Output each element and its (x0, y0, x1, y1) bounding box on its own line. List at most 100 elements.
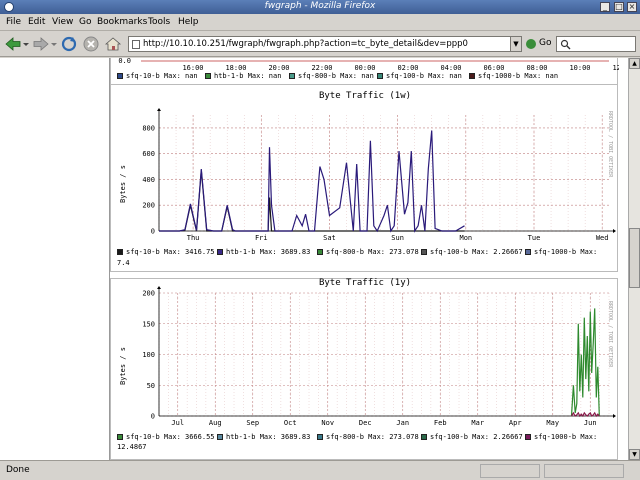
legend-label: sfq-800-b Max: 273.078 (326, 248, 419, 256)
legend-label: sfq-1000-b Max: (534, 433, 598, 441)
week-graph-legend-item: sfq-1000-b Max: (525, 248, 597, 256)
x-tick-label: Wed (596, 234, 609, 242)
forward-dropdown-icon[interactable] (50, 35, 58, 53)
year-graph-plot: 0 50 100 150 200 Jul Aug Sep Oct Nov Dec Jan Feb Mar A… (142, 286, 616, 427)
browser-window: fwgraph - Mozilla Firefox _ □ × File Edi… (0, 0, 640, 480)
day-graph-xtick: 22:00 (311, 64, 332, 72)
menu-help[interactable]: Help (178, 17, 199, 27)
legend-swatch (525, 249, 531, 255)
week-graph-legend-item: sfq-10-b Max: 3416.75 (117, 248, 215, 256)
legend-swatch (205, 73, 211, 79)
legend-label: sfq-800-b Max: nan (298, 72, 374, 80)
menu-tools[interactable]: Tools (148, 17, 170, 27)
legend-swatch (117, 249, 123, 255)
menu-bookmarks[interactable]: Bookmarks (97, 17, 147, 27)
year-graph-legend-item: htb-1-b Max: 3689.83 (217, 433, 310, 441)
reload-icon[interactable] (60, 35, 78, 53)
y-tick-label: 0 (151, 413, 155, 421)
day-graph-legend-item: sfq-1000-b Max: nan (469, 72, 558, 80)
day-graph-legend-item: sfq-10-b Max: nan (117, 72, 198, 80)
year-graph-legend-item: sfq-1000-b Max: (525, 433, 597, 441)
y-tick-label: 200 (142, 202, 155, 210)
day-graph-xtick: 16:00 (182, 64, 203, 72)
status-bar: Done (0, 460, 640, 480)
left-panel (0, 58, 110, 460)
legend-swatch (469, 73, 475, 79)
week-graph-legend-item: sfq-800-b Max: 273.078 (317, 248, 419, 256)
day-graph-xtick: 20:00 (268, 64, 289, 72)
legend-swatch (317, 249, 323, 255)
y-axis-arrow (157, 108, 161, 111)
x-tick-label: May (546, 419, 559, 427)
day-graph-legend-item: sfq-800-b Max: nan (289, 72, 374, 80)
close-icon[interactable]: × (627, 2, 637, 12)
home-icon[interactable] (104, 35, 122, 53)
address-dropdown-icon[interactable]: ▼ (510, 36, 522, 52)
legend-swatch (421, 434, 427, 440)
maximize-icon[interactable]: □ (614, 2, 624, 12)
legend-swatch (117, 434, 123, 440)
stop-icon[interactable] (82, 35, 100, 53)
legend-label: sfq-100-b Max: nan (386, 72, 462, 80)
go-icon (526, 39, 536, 49)
forward-arrow-icon[interactable] (32, 35, 50, 53)
legend-swatch (317, 434, 323, 440)
search-input[interactable] (556, 36, 636, 52)
x-tick-label: Sun (391, 234, 404, 242)
legend-label: sfq-1000-b Max: (534, 248, 598, 256)
legend-label: sfq-100-b Max: 2.26667 (430, 248, 523, 256)
day-graph-xtick: 12:00 (612, 64, 619, 72)
menu-bar: File Edit View Go Bookmarks Tools Help (0, 14, 640, 31)
year-graph-legend-item: sfq-100-b Max: 2.26667 (421, 433, 523, 441)
day-graph-partial: 0.0 16:00 18:00 20:00 22:00 00:00 02:00 04:00 06… (110, 58, 619, 86)
week-graph-plot: 0 200 400 600 800 Thu Fri Sat Sun Mon Tue Wed (142, 108, 616, 242)
scroll-up-icon[interactable]: ▲ (629, 58, 640, 69)
x-tick-label: Thu (187, 234, 200, 242)
menu-go[interactable]: Go (79, 17, 91, 27)
menu-view[interactable]: View (52, 17, 73, 27)
legend-label: htb-1-b Max: 3689.83 (226, 433, 311, 441)
y-tick-label: 100 (142, 351, 155, 359)
x-tick-label: Dec (359, 419, 372, 427)
y-tick-label: 600 (142, 150, 155, 158)
series-line-htb-1-b (570, 411, 600, 418)
legend-swatch (217, 249, 223, 255)
search-icon (560, 39, 571, 50)
x-axis-arrow (613, 414, 616, 418)
go-label: Go (539, 38, 552, 48)
legend-swatch (377, 73, 383, 79)
page-scrollbar[interactable]: ▲ ▼ (628, 58, 640, 460)
y-tick-label: 400 (142, 176, 155, 184)
year-graph-legend-item: sfq-10-b Max: 3666.55 (117, 433, 215, 441)
back-dropdown-icon[interactable] (22, 35, 30, 53)
day-graph-xtick: 02:00 (397, 64, 418, 72)
day-graph-ytick: 0.0 (118, 58, 131, 65)
back-arrow-icon[interactable] (4, 35, 22, 53)
x-tick-label: Nov (321, 419, 334, 427)
x-tick-label: Tue (528, 234, 541, 242)
y-tick-label: 50 (147, 382, 155, 390)
legend-label: htb-1-b Max: 3689.83 (226, 248, 311, 256)
address-bar[interactable]: http://10.10.10.251/fwgraph/fwgraph.php?… (128, 36, 520, 52)
legend-label: htb-1-b Max: nan (214, 72, 282, 80)
scroll-down-icon[interactable]: ▼ (629, 449, 640, 460)
legend-label: sfq-100-b Max: 2.26667 (430, 433, 523, 441)
minimize-icon[interactable]: _ (600, 2, 610, 12)
legend-label: sfq-10-b Max: 3416.75 (126, 248, 215, 256)
year-graph: Byte Traffic (1y) Bytes / s RRDTOOL / TO… (110, 278, 618, 460)
menu-file[interactable]: File (6, 17, 21, 27)
legend-swatch (525, 434, 531, 440)
legend-swatch (217, 434, 223, 440)
week-graph-legend-item: htb-1-b Max: 3689.83 (217, 248, 310, 256)
x-tick-label: Fri (255, 234, 268, 242)
legend-label: sfq-10-b Max: 3666.55 (126, 433, 215, 441)
y-axis-arrow (157, 286, 161, 289)
day-graph-xtick: 04:00 (440, 64, 461, 72)
day-graph-xtick: 08:00 (526, 64, 547, 72)
year-graph-legend-wrap: 12.4867 (117, 443, 147, 451)
menu-edit[interactable]: Edit (28, 17, 45, 27)
scroll-thumb[interactable] (629, 228, 640, 288)
y-tick-label: 150 (142, 320, 155, 328)
x-tick-label: Sep (246, 419, 259, 427)
legend-swatch (117, 73, 123, 79)
